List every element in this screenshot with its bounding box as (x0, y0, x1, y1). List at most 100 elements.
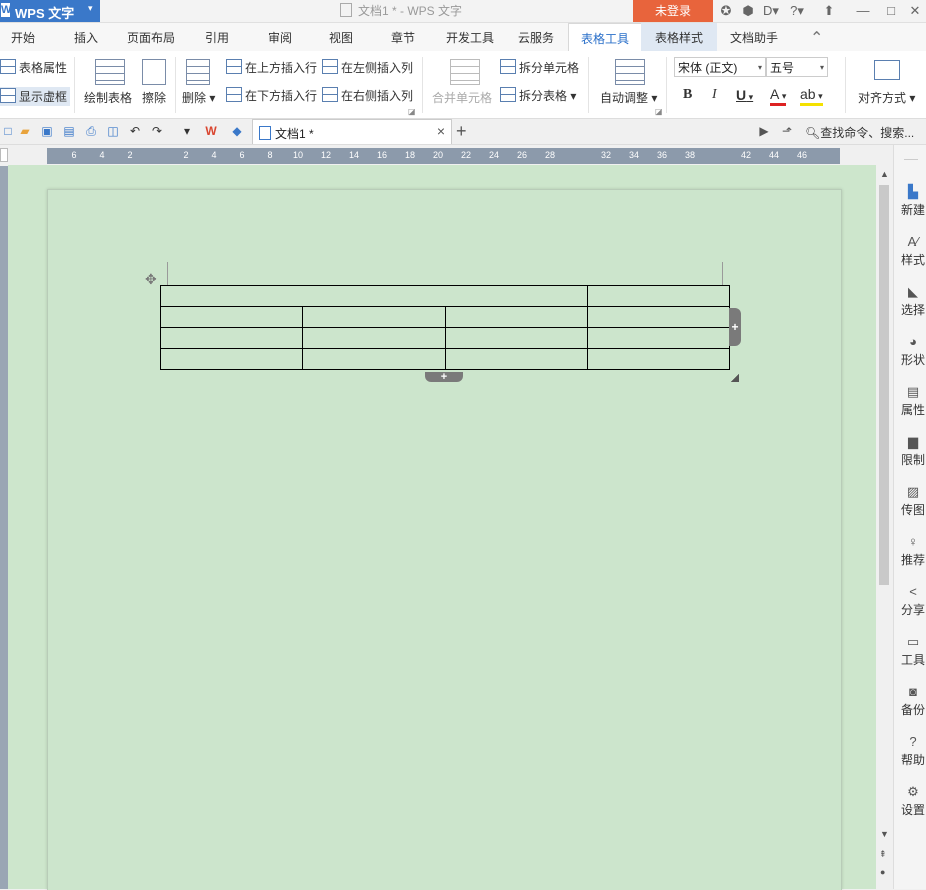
tab-review[interactable]: 审阅 (255, 23, 305, 51)
sidebar-item-toolbox[interactable]: ▭ 工具 (894, 635, 926, 668)
italic-button[interactable]: I (712, 87, 717, 103)
table-properties-button[interactable]: 表格属性 (0, 59, 67, 76)
sidebar-item-properties[interactable]: ▤ 属性 (894, 385, 926, 418)
undo-icon[interactable]: ↶ (128, 124, 142, 138)
table-cell[interactable] (444, 348, 589, 370)
close-icon[interactable]: ✕ (906, 2, 924, 20)
table-cell[interactable] (159, 327, 304, 349)
vertical-scrollbar[interactable]: ▲ ▼ ⇞ ● (876, 165, 892, 889)
tab-table-tools[interactable]: 表格工具 (568, 23, 642, 52)
scrollbar-thumb[interactable] (879, 185, 889, 585)
dialog-launcher-icon[interactable]: ◪ (408, 107, 416, 116)
help-icon[interactable]: ?▾ (788, 2, 806, 20)
tab-references[interactable]: 引用 (192, 23, 242, 51)
split-table-button[interactable]: 拆分表格 ▾ (500, 87, 576, 104)
sidebar-item-recommend[interactable]: ♀ 推荐 (894, 535, 926, 568)
font-name-select[interactable]: 宋体 (正文) ▾ (674, 57, 766, 77)
tab-insert[interactable]: 插入 (60, 23, 112, 51)
table-cell[interactable] (159, 306, 304, 328)
table-cell[interactable] (302, 348, 446, 370)
scroll-down-icon[interactable]: ▼ (880, 829, 889, 839)
move-table-icon[interactable]: ✥ (145, 271, 157, 288)
vertical-ruler[interactable] (0, 166, 8, 889)
sidebar-item-style[interactable]: A⁄ 样式 (894, 235, 926, 268)
minimize-icon[interactable]: — (854, 2, 872, 20)
export-pdf-icon[interactable]: ▤ (62, 124, 76, 138)
underline-button[interactable]: U ▾ (736, 87, 753, 103)
settings-icon[interactable]: ⬢ (739, 2, 757, 20)
erase-button[interactable]: 擦除 (142, 89, 166, 106)
table-cell[interactable] (587, 306, 730, 328)
print-icon[interactable]: ⎙ (84, 124, 98, 138)
chevron-down-icon[interactable]: ▾ (180, 124, 194, 138)
table-cell[interactable] (302, 327, 446, 349)
table-cell[interactable] (444, 306, 589, 328)
insert-row-above-button[interactable]: 在上方插入行 (226, 59, 317, 76)
insert-col-left-button[interactable]: 在左侧插入列 (322, 59, 413, 76)
ruler-corner[interactable] (0, 148, 8, 162)
draw-table-button[interactable]: 绘制表格 (84, 89, 132, 106)
pin-icon[interactable]: ⌃ (810, 28, 823, 48)
sidebar-item-share[interactable]: < 分享 (894, 585, 926, 618)
tab-doc-assistant[interactable]: 文档助手 (722, 23, 786, 51)
tab-chapter[interactable]: 章节 (378, 23, 428, 51)
table-cell[interactable] (159, 348, 304, 370)
sidebar-item-shape[interactable]: ◕ 形状 (894, 335, 926, 368)
document-tab[interactable]: 文档1 * × (252, 119, 452, 144)
skin-icon[interactable]: ✪ (717, 2, 735, 20)
tab-developer[interactable]: 开发工具 (440, 23, 500, 51)
sidebar-item-new-doc[interactable]: ▙ 新建 (894, 185, 926, 218)
tab-home[interactable]: 开始 (0, 23, 46, 51)
dialog-launcher-icon[interactable]: ◪ (655, 107, 663, 116)
insert-col-right-button[interactable]: 在右侧插入列 (322, 87, 413, 104)
horizontal-ruler[interactable]: 6 4 2 2 4 6 8 10 12 14 16 18 20 22 24 26 28 32 34 36 38 42 44 4… (47, 148, 840, 164)
app-menu-button[interactable]: W WPS 文字 ▾ (0, 0, 100, 22)
search-input[interactable]: 查找命令、搜索... (820, 126, 914, 140)
tab-table-style[interactable]: 表格样式 (641, 23, 717, 51)
save-icon[interactable]: ▣ (40, 124, 54, 138)
alignment-button[interactable]: 对齐方式 ▾ (858, 89, 915, 106)
show-gridlines-button[interactable]: 显示虚框 (0, 87, 71, 106)
sidebar-item-help[interactable]: ? 帮助 (894, 735, 926, 768)
pointer-icon[interactable]: ⬏ (780, 124, 794, 138)
table-cell[interactable] (587, 327, 730, 349)
new-tab-button[interactable]: + (456, 121, 467, 142)
print-preview-icon[interactable]: ◫ (106, 124, 120, 138)
restore-icon[interactable]: ⬆ (820, 2, 838, 20)
tab-cloud[interactable]: 云服务 (510, 23, 562, 51)
select-browse-icon[interactable]: ● (880, 867, 885, 877)
add-row-handle[interactable]: + (425, 372, 463, 383)
sidebar-item-gear[interactable]: ⚙ 设置 (894, 785, 926, 818)
font-color-button[interactable]: A ▾ (770, 87, 787, 106)
sidebar-item-select[interactable]: ◣ 选择 (894, 285, 926, 318)
resize-table-handle[interactable] (731, 374, 739, 382)
feedback-icon[interactable]: D▾ (762, 2, 780, 20)
screen-icon[interactable]: ▶ (757, 124, 771, 138)
tab-page-layout[interactable]: 页面布局 (120, 23, 182, 51)
merge-cells-button[interactable]: 合并单元格 (432, 89, 492, 106)
previous-page-icon[interactable]: ⇞ (879, 849, 887, 860)
table-cell[interactable] (160, 285, 588, 307)
table-cell[interactable] (587, 348, 730, 370)
scroll-up-icon[interactable]: ▲ (880, 169, 889, 179)
open-icon[interactable]: ▰ (18, 124, 32, 138)
maximize-icon[interactable]: □ (882, 2, 900, 20)
command-search[interactable]: 🔍︎查找命令、搜索... (805, 124, 914, 141)
wps-home-icon[interactable]: W (204, 124, 218, 138)
sidebar-item-backup[interactable]: ◙ 备份 (894, 685, 926, 718)
sidebar-item-image-upload[interactable]: ▨ 传图 (894, 485, 926, 518)
table-cell[interactable] (444, 327, 589, 349)
add-column-handle[interactable]: + (729, 308, 741, 346)
new-icon[interactable]: □ (1, 124, 15, 138)
cube-icon[interactable]: ◆ (230, 124, 244, 138)
insert-row-below-button[interactable]: 在下方插入行 (226, 87, 317, 104)
highlight-button[interactable]: ab ▾ (800, 87, 823, 106)
document-table[interactable] (159, 285, 730, 370)
auto-fit-button[interactable]: 自动调整 ▾ (600, 89, 657, 106)
bold-button[interactable]: B (683, 87, 692, 103)
close-tab-icon[interactable]: × (437, 123, 445, 139)
split-cells-button[interactable]: 拆分单元格 (500, 59, 579, 76)
sidebar-item-restrict[interactable]: ▆ 限制 (894, 435, 926, 468)
table-cell[interactable] (587, 285, 730, 307)
tab-view[interactable]: 视图 (316, 23, 366, 51)
